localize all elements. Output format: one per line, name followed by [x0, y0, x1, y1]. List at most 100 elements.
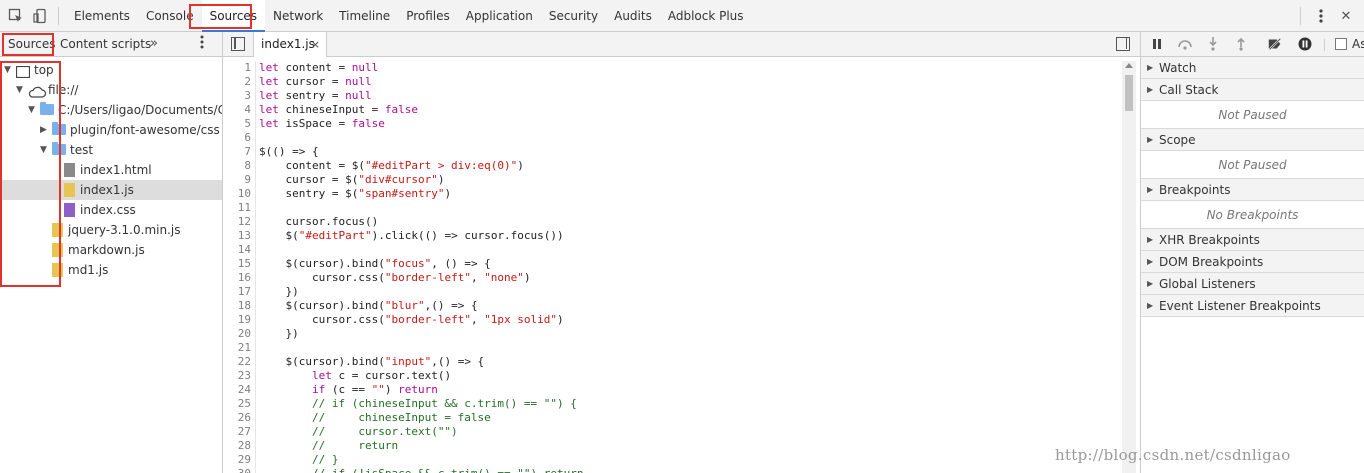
close-tab-icon[interactable]: × — [311, 32, 320, 57]
tab-application[interactable]: Application — [458, 0, 541, 32]
collapsed-arrow-icon[interactable]: ▶ — [1147, 229, 1153, 251]
tree-item[interactable]: index1.html — [0, 160, 222, 180]
line-number[interactable]: 24 — [223, 383, 251, 397]
collapsed-arrow-icon[interactable]: ▶ — [1147, 57, 1153, 79]
tab-profiles[interactable]: Profiles — [398, 0, 458, 32]
device-toolbar-icon[interactable] — [30, 6, 50, 26]
scrollbar-thumb[interactable] — [1125, 75, 1133, 111]
tab-content-scripts[interactable]: Content scripts — [60, 32, 151, 57]
tree-item[interactable]: ▶ plugin/font-awesome/css — [0, 120, 222, 140]
line-number[interactable]: 26 — [223, 411, 251, 425]
collapsed-arrow-icon[interactable]: ▶ — [1147, 129, 1153, 151]
tree-item[interactable]: md1.js — [0, 260, 222, 280]
expanded-arrow-icon[interactable]: ▼ — [28, 100, 38, 120]
tree-item[interactable]: jquery-3.1.0.min.js — [0, 220, 222, 240]
line-number[interactable]: 21 — [223, 341, 251, 355]
line-number[interactable]: 2 — [223, 75, 251, 89]
collapsed-arrow-icon[interactable]: ▶ — [40, 120, 50, 140]
editor-scrollbar[interactable] — [1122, 61, 1136, 473]
line-number[interactable]: 11 — [223, 201, 251, 215]
collapsed-arrow-icon[interactable]: ▶ — [1147, 273, 1153, 295]
line-number[interactable]: 15 — [223, 257, 251, 271]
tab-console[interactable]: Console — [138, 0, 202, 32]
step-out-icon[interactable] — [1233, 36, 1249, 52]
section-event-listener-breakpoints[interactable]: ▶ Event Listener Breakpoints — [1141, 295, 1364, 317]
scroll-up-arrow-icon[interactable] — [1125, 63, 1133, 68]
debugger-sidebar: Async ▶Watch▶Call StackNot Paused▶ScopeN… — [1140, 32, 1364, 473]
section-breakpoints[interactable]: ▶ Breakpoints — [1141, 179, 1364, 201]
tree-item[interactable]: ▼ test — [0, 140, 222, 160]
line-number[interactable]: 13 — [223, 229, 251, 243]
editor-tab-index1-js[interactable]: index1.js × — [253, 32, 327, 57]
tab-network[interactable]: Network — [265, 0, 331, 32]
code-text: $(cursor).bind("blur",() => { — [259, 299, 478, 312]
line-number[interactable]: 4 — [223, 103, 251, 117]
section-watch[interactable]: ▶ Watch — [1141, 57, 1364, 79]
line-number[interactable]: 29 — [223, 453, 251, 467]
step-over-icon[interactable] — [1177, 36, 1193, 52]
line-number[interactable]: 16 — [223, 271, 251, 285]
line-number[interactable]: 28 — [223, 439, 251, 453]
tab-timeline[interactable]: Timeline — [331, 0, 398, 32]
line-number[interactable]: 7 — [223, 145, 251, 159]
line-number[interactable]: 1 — [223, 61, 251, 75]
pause-on-exceptions-icon[interactable] — [1297, 36, 1313, 52]
close-devtools-icon[interactable]: ✕ — [1336, 6, 1356, 26]
line-number[interactable]: 6 — [223, 131, 251, 145]
tab-audits[interactable]: Audits — [606, 0, 660, 32]
line-number[interactable]: 8 — [223, 159, 251, 173]
async-checkbox[interactable] — [1335, 38, 1347, 50]
code-view[interactable]: 1 let content = null 2 let cursor = null 3 le… — [223, 61, 1140, 473]
collapsed-arrow-icon[interactable]: ▶ — [1147, 179, 1153, 201]
line-number[interactable]: 27 — [223, 425, 251, 439]
tab-adblock-plus[interactable]: Adblock Plus — [660, 0, 752, 32]
tab-sources[interactable]: Sources — [8, 32, 55, 57]
toggle-debugger-icon[interactable] — [1116, 37, 1130, 51]
pause-icon[interactable] — [1149, 36, 1165, 52]
line-number[interactable]: 17 — [223, 285, 251, 299]
tab-sources[interactable]: Sources — [201, 0, 266, 32]
line-number[interactable]: 30 — [223, 467, 251, 473]
section-dom-breakpoints[interactable]: ▶ DOM Breakpoints — [1141, 251, 1364, 273]
tree-item[interactable]: markdown.js — [0, 240, 222, 260]
tree-item[interactable]: ▼ C:/Users/ligao/Documents/Code — [0, 100, 222, 120]
tree-item[interactable]: ▼ file:// — [0, 80, 222, 100]
line-number[interactable]: 25 — [223, 397, 251, 411]
line-number[interactable]: 14 — [223, 243, 251, 257]
line-number[interactable]: 5 — [223, 117, 251, 131]
tab-elements[interactable]: Elements — [66, 0, 138, 32]
section-call-stack[interactable]: ▶ Call Stack — [1141, 79, 1364, 101]
line-number[interactable]: 9 — [223, 173, 251, 187]
line-number[interactable]: 12 — [223, 215, 251, 229]
expanded-arrow-icon[interactable]: ▼ — [4, 60, 14, 80]
line-number[interactable]: 10 — [223, 187, 251, 201]
line-number[interactable]: 20 — [223, 327, 251, 341]
line-number[interactable]: 23 — [223, 369, 251, 383]
collapsed-arrow-icon[interactable]: ▶ — [1147, 251, 1153, 273]
more-menu-icon[interactable] — [1311, 6, 1331, 26]
line-number[interactable]: 22 — [223, 355, 251, 369]
code-text: let chineseInput = false — [259, 103, 418, 116]
code-line: 26 // chineseInput = false — [223, 411, 1140, 425]
inspect-element-icon[interactable] — [6, 6, 26, 26]
section-xhr-breakpoints[interactable]: ▶ XHR Breakpoints — [1141, 229, 1364, 251]
line-number[interactable]: 18 — [223, 299, 251, 313]
line-number[interactable]: 3 — [223, 89, 251, 103]
more-tabs-chevron-icon[interactable]: » — [150, 32, 158, 56]
toggle-navigator-icon[interactable] — [231, 37, 245, 51]
tab-security[interactable]: Security — [541, 0, 606, 32]
section-global-listeners[interactable]: ▶ Global Listeners — [1141, 273, 1364, 295]
navigator-menu-icon[interactable] — [200, 35, 214, 53]
step-into-icon[interactable] — [1205, 36, 1221, 52]
expanded-arrow-icon[interactable]: ▼ — [16, 80, 26, 100]
tree-item[interactable]: ▼ top — [0, 60, 222, 80]
section-scope[interactable]: ▶ Scope — [1141, 129, 1364, 151]
line-number[interactable]: 19 — [223, 313, 251, 327]
tree-item[interactable]: index.css — [0, 200, 222, 220]
expanded-arrow-icon[interactable]: ▼ — [40, 140, 50, 160]
tree-item[interactable]: index1.js — [0, 180, 222, 200]
collapsed-arrow-icon[interactable]: ▶ — [1147, 79, 1153, 101]
deactivate-breakpoints-icon[interactable] — [1267, 36, 1283, 52]
collapsed-arrow-icon[interactable]: ▶ — [1147, 295, 1153, 317]
tree-item-label: jquery-3.1.0.min.js — [68, 223, 181, 237]
